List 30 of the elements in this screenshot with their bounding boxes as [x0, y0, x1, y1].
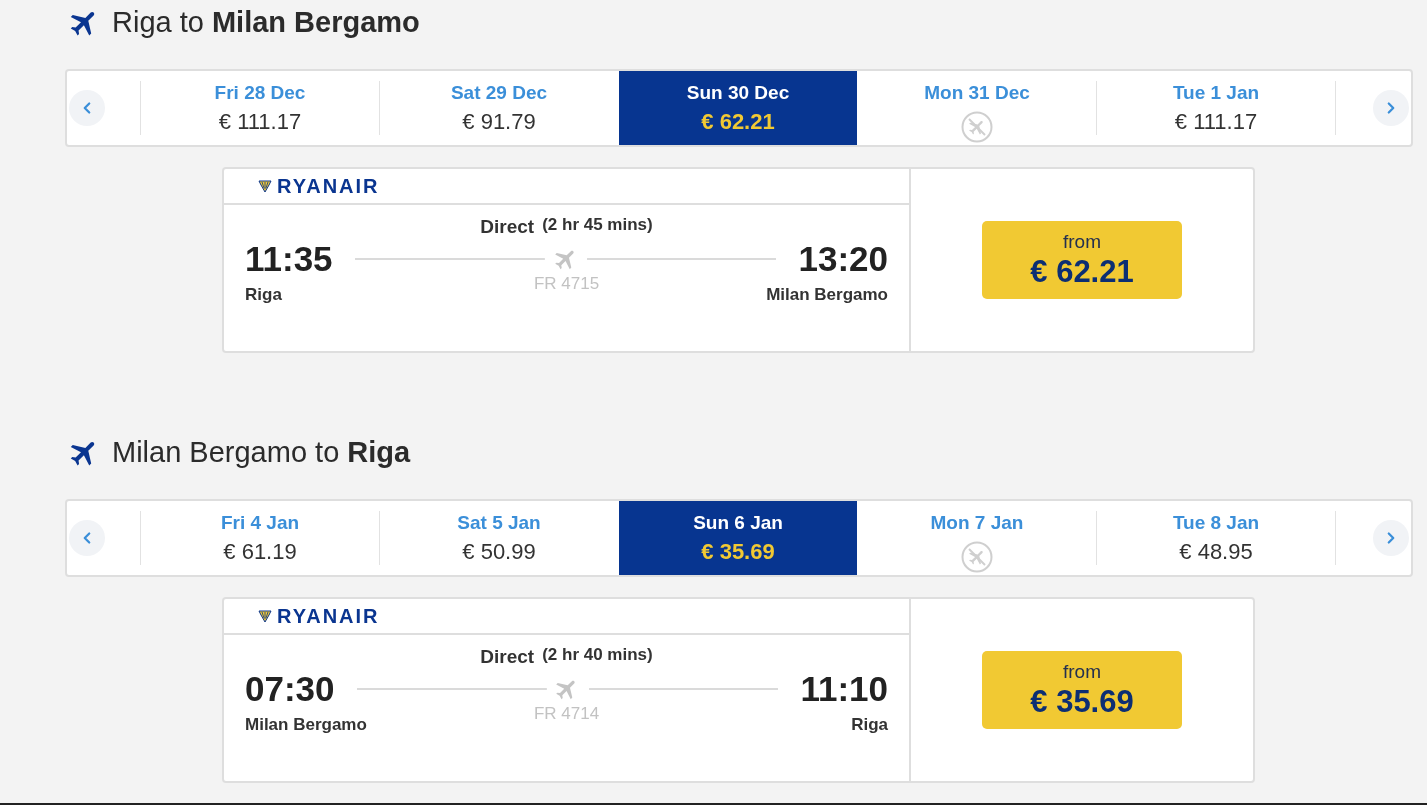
- crossed-plane-icon: [961, 541, 993, 573]
- arrival-airport: Milan Bergamo: [766, 285, 888, 305]
- route-heading: Milan Bergamo to Riga: [112, 435, 411, 469]
- stops-label: Direct: [480, 215, 535, 238]
- flight-number: FR 4714: [533, 706, 600, 722]
- airline-name: RYANAIR: [277, 604, 380, 628]
- flight-number: FR 4715: [533, 276, 600, 292]
- emblem-icon: [258, 609, 272, 623]
- airline-name: RYANAIR: [277, 174, 380, 198]
- duration-label: (2 hr 40 mins): [542, 645, 653, 665]
- next-dates-button[interactable]: [1373, 90, 1409, 126]
- arrival-time: 11:10: [800, 674, 888, 704]
- duration-label: (2 hr 45 mins): [542, 215, 653, 235]
- previous-dates-button[interactable]: [69, 520, 105, 556]
- crossed-plane-icon: [961, 111, 993, 143]
- emblem-icon: [258, 179, 272, 193]
- departure-airport: Riga: [245, 285, 282, 305]
- departure-time: 07:30: [245, 674, 335, 704]
- date-tab[interactable]: Sun 6 Jan € 35.69: [619, 501, 857, 575]
- date-tab[interactable]: Sun 30 Dec € 62.21: [619, 71, 857, 145]
- departure-airport: Milan Bergamo: [245, 715, 367, 735]
- select-fare-button[interactable]: from € 35.69: [982, 651, 1182, 729]
- select-fare-button[interactable]: from € 62.21: [982, 221, 1182, 299]
- arrival-time: 13:20: [798, 244, 888, 274]
- departure-time: 11:35: [245, 244, 333, 274]
- stops-label: Direct: [480, 645, 535, 668]
- arrival-airport: Riga: [851, 715, 888, 735]
- next-dates-button[interactable]: [1373, 520, 1409, 556]
- route-heading: Riga to Milan Bergamo: [112, 5, 420, 39]
- previous-dates-button[interactable]: [69, 90, 105, 126]
